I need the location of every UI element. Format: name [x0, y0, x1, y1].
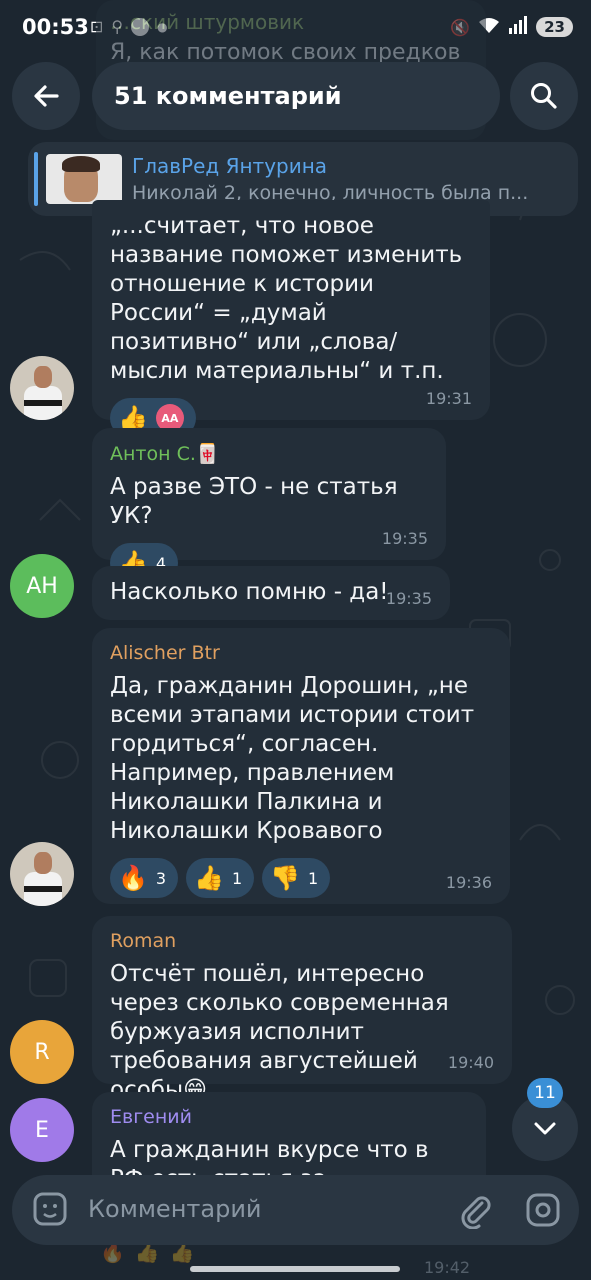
message-text: Насколько помню - да!	[110, 579, 389, 605]
message-author: Roman	[110, 930, 177, 952]
pinned-title: ГлавРед Янтурина	[132, 154, 328, 178]
comment-composer: Комментарий	[12, 1175, 579, 1245]
message-bubble[interactable]: Alischer Btr Да, гражданин Дорошин, „не …	[92, 628, 510, 904]
avatar[interactable]	[10, 842, 74, 906]
comment-input[interactable]: Комментарий	[88, 1195, 262, 1223]
attach-icon[interactable]	[456, 1191, 494, 1229]
camera-icon[interactable]	[524, 1191, 562, 1229]
message-bubble[interactable]: „...считает, что новое название поможет …	[92, 200, 490, 438]
pinned-thumbnail	[46, 154, 122, 204]
avatar-initials: E	[35, 1117, 49, 1143]
message-bubble[interactable]: Насколько помню - да! 19:35	[92, 566, 450, 620]
message-time: 19:36	[445, 873, 492, 892]
reaction-count: 1	[231, 868, 243, 888]
avatar[interactable]: R	[10, 1020, 74, 1084]
search-icon	[531, 83, 557, 109]
unread-count-badge: 11	[527, 1078, 563, 1108]
arrow-left-icon	[34, 85, 59, 107]
message-time: 19:35	[385, 589, 432, 608]
avatar[interactable]: АН	[10, 554, 74, 618]
author-badge-icon: 🀄	[195, 443, 220, 465]
reaction-thumbs-down[interactable]: 👎 1	[262, 858, 331, 898]
message-author: Евгений	[110, 1106, 192, 1128]
reaction-fire[interactable]: 🔥 3	[110, 858, 179, 898]
message-bubble[interactable]: Roman Отсчёт пошёл, интересно через скол…	[92, 916, 512, 1103]
background-message-author: …ский штурмовик	[110, 10, 305, 34]
message-text: Да, гражданин Дорошин, „не всеми этапами…	[110, 673, 475, 844]
avatar[interactable]	[10, 356, 74, 420]
chevron-down-icon	[534, 1122, 556, 1135]
message-time: 19:35	[381, 529, 428, 548]
avatar-initials: АН	[26, 573, 58, 599]
message-bubble[interactable]: Антон С.🀄 А разве ЭТО - не статья УК? 👍 …	[92, 428, 446, 583]
header-title[interactable]: 51 комментарий	[92, 62, 500, 130]
message-bubble[interactable]: Евгений А гражданин вкурсе что в РФ есть…	[92, 1092, 486, 1176]
message-text: А разве ЭТО - не статья УК?	[110, 474, 398, 529]
thumbs-up-icon: 👍	[118, 404, 148, 432]
home-indicator[interactable]	[190, 1266, 400, 1272]
signal-icon	[508, 16, 528, 38]
search-button[interactable]	[510, 62, 578, 130]
message-text: А гражданин вкурсе что в РФ есть статья …	[110, 1137, 429, 1176]
message-author: Антон С.🀄	[110, 443, 220, 465]
message-author: Alischer Btr	[110, 642, 220, 664]
battery-icon: 23	[536, 17, 573, 37]
fire-icon: 🔥	[118, 864, 148, 892]
message-time: 19:40	[447, 1053, 494, 1072]
message-text: „...считает, что новое название поможет …	[110, 213, 463, 384]
message-text: Отсчёт пошёл, интересно через сколько со…	[110, 961, 449, 1103]
thumbs-up-icon: 👍	[194, 864, 224, 892]
avatar-initials: R	[34, 1039, 50, 1065]
reaction-thumbs-up[interactable]: 👍 1	[186, 858, 255, 898]
reaction-count: 1	[308, 868, 319, 888]
back-button[interactable]	[12, 62, 80, 130]
avatar[interactable]: E	[10, 1098, 74, 1162]
status-time: 00:53	[22, 15, 89, 39]
reaction-count: 3	[155, 868, 167, 888]
thumbs-down-icon: 👎	[270, 864, 301, 892]
hidden-message-time: 19:42	[424, 1258, 471, 1277]
sticker-icon[interactable]	[32, 1191, 68, 1227]
message-time: 19:31	[425, 389, 472, 408]
pinned-accent-bar	[34, 152, 38, 206]
